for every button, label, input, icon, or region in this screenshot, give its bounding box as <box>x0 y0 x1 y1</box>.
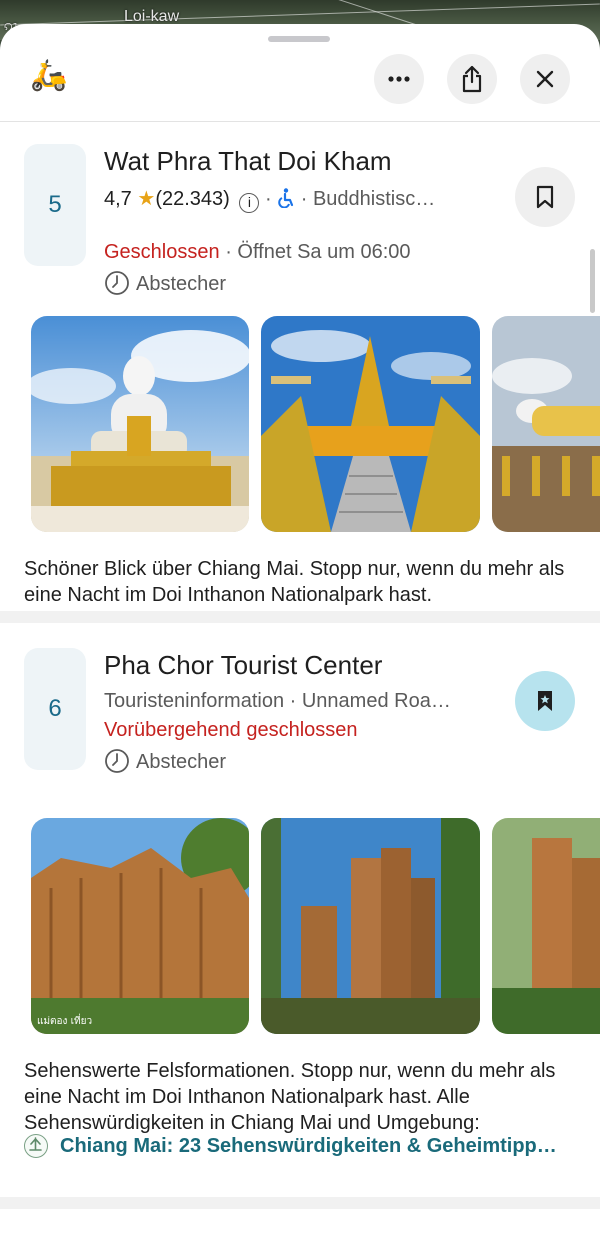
place-title[interactable]: Pha Chor Tourist Center <box>104 650 382 681</box>
card-divider <box>0 1197 600 1209</box>
place-photo-reclining-buddha[interactable] <box>492 316 600 532</box>
more-options-button[interactable] <box>374 54 424 104</box>
scooter-icon: 🛵 <box>30 59 68 92</box>
place-list-sheet: 🛵 5 Wat Phra That Doi Kham 4,7 ★(22.343)… <box>0 24 600 1234</box>
photo-carousel[interactable] <box>0 316 600 532</box>
place-photo-cliffs[interactable]: แม่ตอง เที่ยว <box>31 818 249 1034</box>
rating-value: 4,7 <box>104 188 132 210</box>
map-road <box>0 3 600 26</box>
card-divider <box>0 611 600 623</box>
photo-carousel[interactable]: แม่ตอง เที่ยว <box>0 818 600 1034</box>
place-photo-rocks[interactable] <box>492 818 600 1034</box>
place-photo-buddha[interactable] <box>31 316 249 532</box>
wheelchair-icon <box>278 188 294 209</box>
status-temporarily-closed: Vorübergehend geschlossen <box>104 719 358 741</box>
separator: · <box>225 241 232 263</box>
scrollbar[interactable] <box>590 249 595 313</box>
close-button[interactable] <box>520 54 570 104</box>
more-horizontal-icon <box>388 76 410 82</box>
bookmark-filled-icon <box>538 691 552 711</box>
photo-watermark: แม่ตอง เที่ยว <box>37 1013 92 1027</box>
guide-link[interactable]: Chiang Mai: 23 Sehenswürdigkeiten & Gehe… <box>24 1133 557 1159</box>
place-number: 5 <box>24 144 86 266</box>
place-title[interactable]: Wat Phra That Doi Kham <box>104 146 392 177</box>
review-count[interactable]: (22.343) <box>155 188 230 210</box>
bookmark-icon <box>536 185 554 209</box>
clock-icon <box>105 271 129 295</box>
separator: · <box>300 188 308 210</box>
star-icon: ★ <box>137 188 156 210</box>
share-button[interactable] <box>447 54 497 104</box>
status-closed: Geschlossen <box>104 241 220 263</box>
place-description: Sehenswerte Felsformationen. Stopp nur, … <box>24 1060 556 1134</box>
hours-row: Geschlossen · Öffnet Sa um 06:00 <box>104 241 411 264</box>
place-tag: Abstecher <box>136 751 227 773</box>
guide-logo-icon <box>24 1134 48 1158</box>
sheet-header: 🛵 <box>0 24 600 122</box>
place-number: 6 <box>24 648 86 770</box>
separator: · <box>264 188 272 210</box>
clock-icon <box>105 749 129 773</box>
tag-row: Abstecher <box>104 270 226 296</box>
place-description: Schöner Blick über Chiang Mai. Stopp nur… <box>24 558 565 606</box>
guide-link-text[interactable]: Chiang Mai: 23 Sehenswürdigkeiten & Gehe… <box>60 1135 557 1158</box>
save-place-button[interactable] <box>515 167 575 227</box>
place-photo-pillars[interactable] <box>261 818 480 1034</box>
saved-place-button[interactable] <box>515 671 575 731</box>
place-photo-stairs[interactable] <box>261 316 480 532</box>
info-icon[interactable]: i <box>239 193 260 213</box>
tag-row: Abstecher <box>104 748 226 774</box>
place-tag: Abstecher <box>136 273 227 295</box>
rating-row: 4,7 ★(22.343) i · · Buddhistisc… <box>104 186 435 213</box>
share-icon <box>462 65 482 93</box>
opening-hours: Öffnet Sa um 06:00 <box>237 241 411 263</box>
place-category: Buddhistisc… <box>312 188 436 210</box>
place-subtitle: Touristeninformation · Unnamed Roa… <box>104 690 451 712</box>
close-icon <box>536 70 554 88</box>
